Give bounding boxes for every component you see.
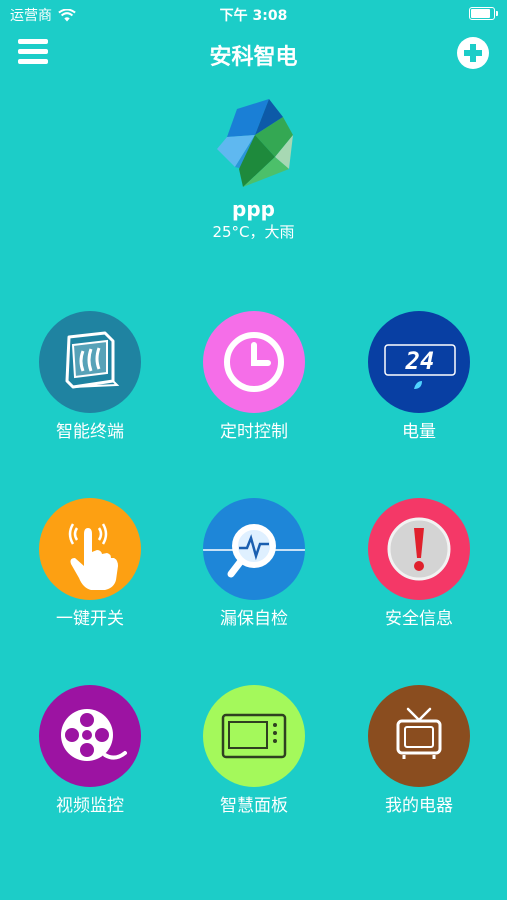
tap-hand-icon: [68, 523, 118, 590]
magnifier-pulse-icon: [203, 524, 305, 578]
my-appliances-circle: [368, 685, 470, 787]
tile-label: 智能终端: [56, 422, 124, 442]
tile-label: 定时控制: [220, 422, 288, 442]
tile-electricity[interactable]: 24 电量: [349, 311, 489, 451]
tile-smart-panel[interactable]: 智慧面板: [184, 685, 324, 825]
timer-control-circle: [203, 311, 305, 413]
tile-label: 视频监控: [56, 796, 124, 816]
leak-check-circle: [203, 498, 305, 600]
tv-icon: [396, 707, 442, 759]
battery-icon: [469, 7, 498, 20]
power-display-icon: 24: [384, 344, 456, 389]
status-bar: 运营商 下午 3:08: [0, 0, 507, 26]
tile-safety-info[interactable]: 安全信息: [349, 498, 489, 638]
power-display-value: 24: [405, 347, 435, 375]
video-monitor-circle: [39, 685, 141, 787]
film-reel-icon: [61, 709, 127, 761]
tile-label: 安全信息: [385, 609, 453, 629]
safety-info-circle: [368, 498, 470, 600]
add-button[interactable]: [457, 37, 489, 69]
tile-label: 电量: [402, 422, 436, 442]
control-panel-icon: [221, 713, 287, 759]
user-name: ppp: [232, 197, 275, 221]
exclamation-icon: [387, 517, 451, 581]
tile-leak-check[interactable]: 漏保自检: [184, 498, 324, 638]
tile-label: 智慧面板: [220, 796, 288, 816]
one-key-switch-circle: [39, 498, 141, 600]
tile-label: 一键开关: [56, 609, 124, 629]
clock-icon: [224, 332, 284, 392]
electricity-circle: 24: [368, 311, 470, 413]
smart-panel-circle: [203, 685, 305, 787]
weather-info: 25°C，大雨: [212, 223, 295, 241]
circuit-breaker-icon: [65, 331, 120, 389]
tile-smart-terminal[interactable]: 智能终端: [20, 311, 160, 451]
app-logo: [217, 99, 293, 187]
tile-timer-control[interactable]: 定时控制: [184, 311, 324, 451]
tile-label: 我的电器: [385, 796, 453, 816]
page-title: 安科智电: [209, 45, 298, 70]
tile-label: 漏保自检: [220, 609, 288, 629]
tile-my-appliances[interactable]: 我的电器: [349, 685, 489, 825]
smart-terminal-circle: [39, 311, 141, 413]
status-time: 下午 3:08: [219, 8, 288, 24]
tile-one-key-switch[interactable]: 一键开关: [20, 498, 160, 638]
tile-video-monitor[interactable]: 视频监控: [20, 685, 160, 825]
nav-bar: 安科智电: [0, 30, 507, 76]
